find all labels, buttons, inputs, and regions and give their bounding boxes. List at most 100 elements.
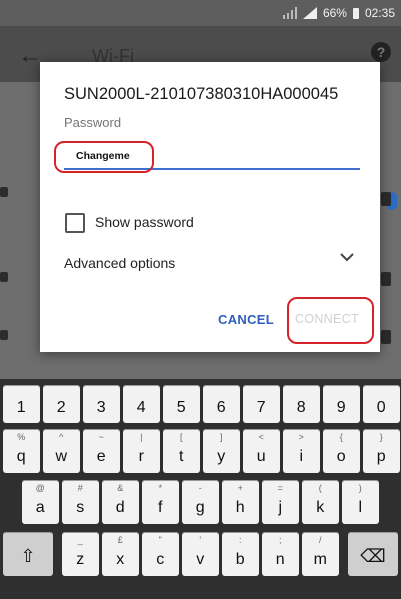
key-secondary-label: ( (318, 483, 322, 493)
key-0[interactable]: 0 (363, 385, 400, 423)
key-label: m (313, 551, 327, 568)
key-secondary-label: > (298, 432, 304, 442)
key-k[interactable]: (k (302, 480, 339, 524)
key-x[interactable]: £ x (102, 532, 139, 576)
key-i[interactable]: > i (283, 429, 320, 473)
key-s[interactable]: # s (62, 480, 99, 524)
key-label: e (96, 448, 106, 465)
key-e[interactable]: ~ e (83, 429, 120, 473)
key-8[interactable]: 8 (283, 385, 320, 423)
key-a[interactable]: @ a (22, 480, 59, 524)
key-label: l (358, 499, 363, 516)
key-d[interactable]: & d (102, 480, 139, 524)
key-y[interactable]: ] y (203, 429, 240, 473)
key-n[interactable]: ; n (262, 532, 299, 576)
key-secondary-label: _ (77, 535, 83, 545)
key-label: b (235, 551, 245, 568)
password-highlight-circle (54, 141, 154, 173)
key-secondary-label: # (77, 483, 83, 493)
key-secondary-label: ; (278, 535, 282, 545)
key-label: v (196, 551, 205, 568)
key-g[interactable]: -g (182, 480, 219, 524)
show-password-checkbox[interactable] (65, 213, 85, 233)
key-h[interactable]: + h (222, 480, 259, 524)
chevron-down-icon[interactable] (340, 249, 354, 267)
battery-icon (352, 7, 359, 19)
key-2[interactable]: 2 (43, 385, 80, 423)
wifi-icon (0, 187, 8, 197)
key-label: w (55, 448, 68, 465)
key-secondary-label: " (158, 535, 162, 545)
key-t[interactable]: [t (163, 429, 200, 473)
key-label: d (115, 499, 125, 516)
key-c[interactable]: " c (142, 532, 179, 576)
no-sim-signal-icon (282, 7, 297, 19)
key-secondary-label: = (277, 483, 283, 493)
key-r[interactable]: | r (123, 429, 160, 473)
key-label: 5 (176, 399, 186, 416)
key-secondary-label: / (318, 535, 322, 545)
advanced-options-label[interactable]: Advanced options (64, 255, 175, 271)
key-label: t (179, 448, 184, 465)
key-secondary-label: ] (219, 432, 223, 442)
key-3[interactable]: 3 (83, 385, 120, 423)
shift-key[interactable]: ⇧ (3, 532, 53, 576)
key-q[interactable]: % q (3, 429, 40, 473)
key-l[interactable]: ) l (342, 480, 379, 524)
key-w[interactable]: ^ w (43, 429, 80, 473)
cancel-button[interactable]: CANCEL (218, 312, 274, 327)
key-label: j (278, 499, 283, 516)
key-f[interactable]: * f (142, 480, 179, 524)
key-secondary-label: { (339, 432, 343, 442)
key-secondary-label: * (158, 483, 162, 493)
key-label: r (138, 448, 144, 465)
wifi-icon (0, 272, 8, 282)
key-label: p (376, 448, 386, 465)
key-9[interactable]: 9 (323, 385, 360, 423)
key-label: 2 (56, 399, 66, 416)
show-password-label[interactable]: Show password (95, 214, 194, 230)
wifi-connect-dialog: SUN2000L-210107380310HA000045 Password C… (40, 62, 380, 352)
shift-icon: ⇧ (20, 546, 36, 566)
key-label: x (116, 551, 125, 568)
key-label: 4 (136, 399, 146, 416)
key-secondary-label: ) (358, 483, 362, 493)
key-u[interactable]: < u (243, 429, 280, 473)
arrow-back-icon[interactable]: ← (18, 42, 42, 70)
key-secondary-label: ' (199, 535, 202, 545)
lock-icon (381, 192, 391, 206)
key-label: f (158, 499, 163, 516)
key-secondary-label: + (237, 483, 243, 493)
key-v[interactable]: ' v (182, 532, 219, 576)
key-p[interactable]: } p (363, 429, 400, 473)
key-4[interactable]: 4 (123, 385, 160, 423)
connect-highlight-circle (287, 297, 374, 344)
key-label: i (299, 448, 304, 465)
key-b[interactable]: :b (222, 532, 259, 576)
key-6[interactable]: 6 (203, 385, 240, 423)
key-z[interactable]: _ z (62, 532, 99, 576)
keyboard: 1 2 3 4 5 6 7 8 9 0% q ^ w ~ e | r[t] y < u > i{o} p @ a # s & d * f - g… (0, 379, 401, 599)
key-label: 9 (336, 399, 346, 416)
battery-percent: 66% (322, 6, 347, 20)
key-5[interactable]: 5 (163, 385, 200, 423)
key-label: c (156, 551, 165, 568)
key-o[interactable]: {o (323, 429, 360, 473)
key-secondary-label: : (238, 535, 242, 545)
key-secondary-label: - (198, 483, 202, 493)
key-secondary-label: } (379, 432, 383, 442)
key-label: k (316, 499, 325, 516)
key-1[interactable]: 1 (3, 385, 40, 423)
key-label: a (35, 499, 45, 516)
help-icon[interactable]: ? (371, 42, 391, 62)
key-secondary-label: | (140, 432, 143, 442)
key-label: u (256, 448, 266, 465)
key-j[interactable]: = j (262, 480, 299, 524)
key-m[interactable]: / m (302, 532, 339, 576)
backspace-key[interactable]: ⌫ (348, 532, 398, 576)
key-label: s (76, 499, 85, 516)
key-label: g (195, 499, 205, 516)
key-label: 6 (216, 399, 226, 416)
key-secondary-label: [ (179, 432, 183, 442)
key-7[interactable]: 7 (243, 385, 280, 423)
